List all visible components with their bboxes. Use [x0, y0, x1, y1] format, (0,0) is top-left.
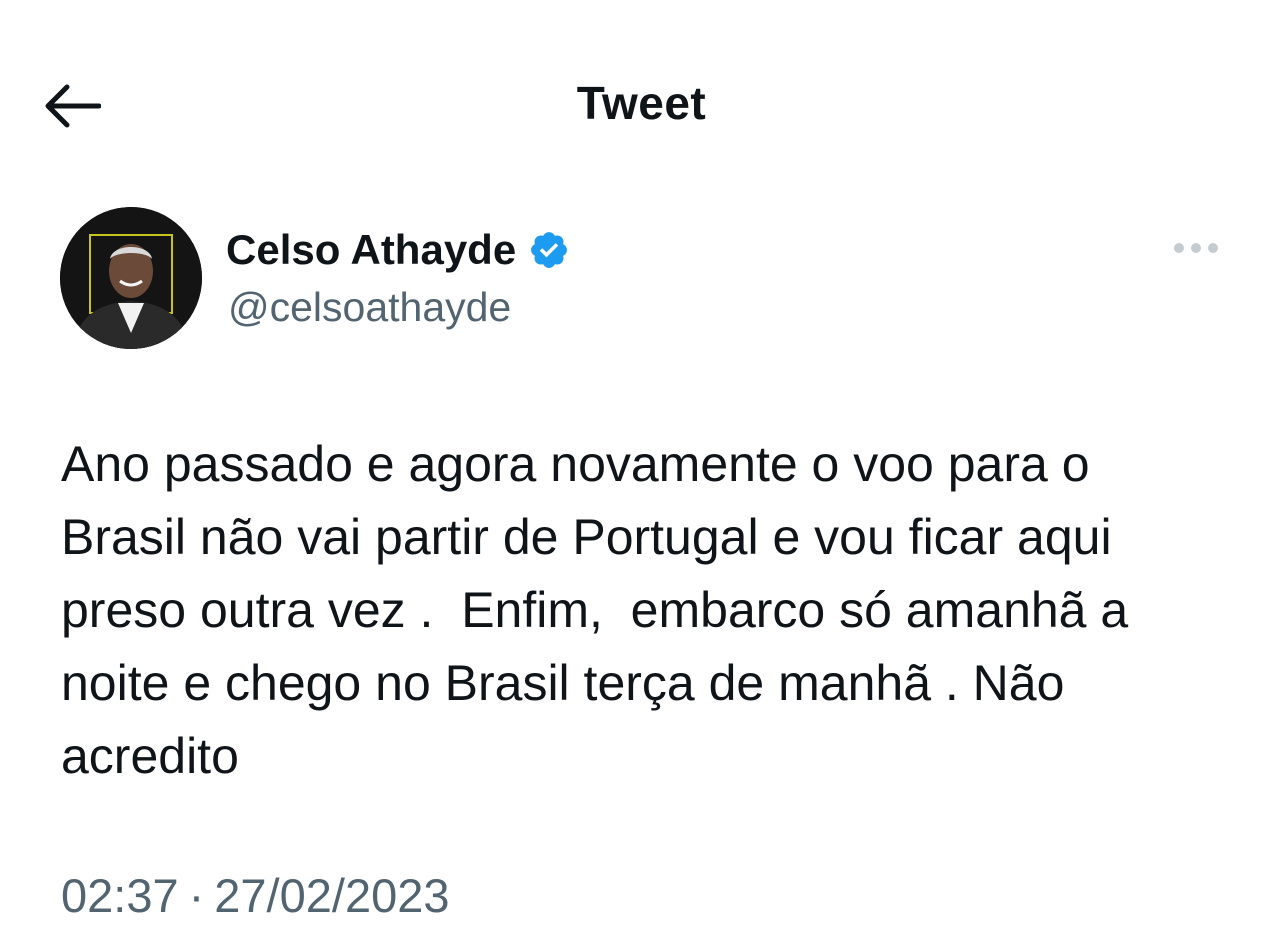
- tweet-time: 02:37: [61, 869, 179, 922]
- top-bar: Tweet: [0, 0, 1283, 210]
- author-name-row: Celso Athayde: [226, 222, 570, 278]
- verified-badge-icon: [528, 229, 570, 271]
- tweet-text: Ano passado e agora novamente o voo para…: [61, 436, 1129, 784]
- tweet-date: 27/02/2023: [214, 869, 450, 922]
- author-handle[interactable]: @celsoathayde: [228, 284, 511, 331]
- more-horizontal-icon: [1174, 243, 1218, 253]
- author-name[interactable]: Celso Athayde: [226, 226, 516, 274]
- more-options-button[interactable]: [1168, 228, 1224, 268]
- tweet-timestamp[interactable]: 02:37 · 27/02/2023: [61, 868, 450, 923]
- avatar-photo: [60, 207, 202, 349]
- avatar[interactable]: [60, 207, 202, 349]
- meta-separator: ·: [188, 869, 205, 922]
- page-title: Tweet: [576, 77, 707, 129]
